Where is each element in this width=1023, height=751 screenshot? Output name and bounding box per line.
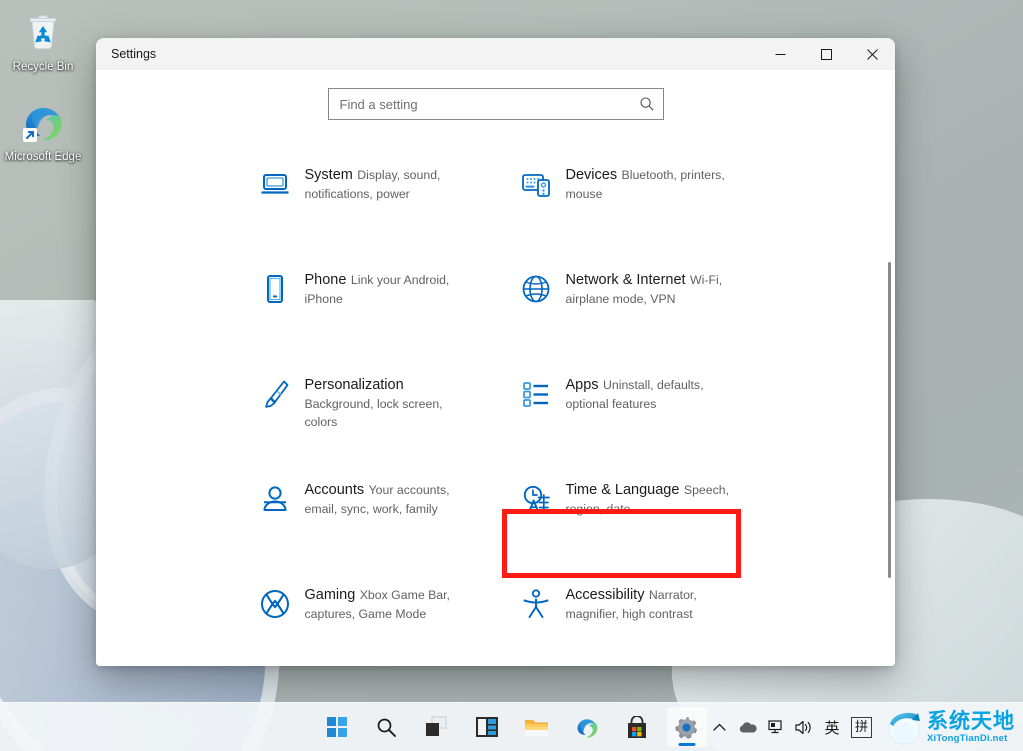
- network-icon[interactable]: [763, 710, 789, 744]
- task-view-button[interactable]: [417, 707, 457, 747]
- settings-tile-devices[interactable]: Devices Bluetooth, printers, mouse: [507, 153, 746, 258]
- list-icon: [519, 377, 553, 411]
- widgets-button[interactable]: [467, 707, 507, 747]
- volume-icon[interactable]: [791, 710, 817, 744]
- desktop-icon-label: Recycle Bin: [13, 61, 74, 73]
- watermark-en-text: XiTongTianDi.net: [927, 734, 1015, 744]
- settings-tile-gaming[interactable]: Gaming Xbox Game Bar, captures, Game Mod…: [246, 573, 485, 666]
- settings-tile-accessibility[interactable]: Accessibility Narrator, magnifier, high …: [507, 573, 746, 666]
- desktop-icon-recycle-bin[interactable]: Recycle Bin: [4, 8, 82, 74]
- tile-title: Time & Language: [566, 482, 680, 498]
- watermark-cn-text: 系统天地: [927, 711, 1015, 732]
- system-tray: 英 拼 系统天地 XiTongT: [706, 703, 1015, 751]
- store-icon: [626, 716, 648, 739]
- show-hidden-icons-button[interactable]: [706, 710, 732, 744]
- window-controls: [757, 38, 895, 70]
- gear-icon: [674, 715, 699, 740]
- tile-title: Apps: [566, 377, 599, 393]
- tile-title: Accessibility: [566, 587, 645, 603]
- tile-title: Personalization: [305, 377, 404, 393]
- tile-title: System: [305, 167, 353, 183]
- search-box[interactable]: [328, 88, 664, 120]
- windows-logo-icon: [326, 716, 348, 738]
- chevron-up-icon: [713, 723, 726, 732]
- search-row: [96, 70, 895, 120]
- accessibility-icon: [519, 587, 553, 621]
- widgets-icon: [475, 716, 499, 738]
- desktop-icon-label: Microsoft Edge: [5, 151, 82, 163]
- microsoft-edge-button[interactable]: [567, 707, 607, 747]
- onedrive-icon[interactable]: [734, 710, 761, 744]
- search-icon: [376, 717, 397, 738]
- settings-grid: System Display, sound, notifications, po…: [246, 153, 746, 666]
- minimize-button[interactable]: [757, 38, 803, 70]
- phone-icon: [258, 272, 292, 306]
- microsoft-edge-icon: [575, 715, 599, 739]
- minimize-icon: [775, 49, 786, 60]
- ime-mode-indicator: 拼: [851, 717, 872, 738]
- maximize-button[interactable]: [803, 38, 849, 70]
- xbox-icon: [258, 587, 292, 621]
- maximize-icon: [821, 49, 832, 60]
- tile-title: Devices: [566, 167, 618, 183]
- desktop-icon-microsoft-edge[interactable]: Microsoft Edge: [4, 98, 82, 164]
- microsoft-store-button[interactable]: [617, 707, 657, 747]
- settings-tile-network-internet[interactable]: Network & Internet Wi-Fi, airplane mode,…: [507, 258, 746, 363]
- time-language-icon: [519, 482, 553, 516]
- search-button[interactable]: [367, 707, 407, 747]
- start-button[interactable]: [317, 707, 357, 747]
- tile-title: Gaming: [305, 587, 356, 603]
- desktop[interactable]: Recycle Bin: [0, 0, 1023, 751]
- settings-tile-time-language[interactable]: Time & Language Speech, region, date: [507, 468, 746, 573]
- recycle-bin-icon: [4, 8, 82, 56]
- scrollbar-thumb[interactable]: [888, 262, 891, 578]
- tile-title: Phone: [305, 272, 347, 288]
- search-icon[interactable]: [639, 96, 655, 112]
- microsoft-edge-icon: [4, 98, 82, 146]
- close-icon: [867, 49, 878, 60]
- laptop-icon: [258, 167, 292, 201]
- tile-title: Network & Internet: [566, 272, 686, 288]
- watermark: 系统天地 XiTongTianDi.net: [884, 705, 1015, 749]
- file-explorer-button[interactable]: [517, 707, 557, 747]
- tile-subtitle: Background, lock screen, colors: [305, 397, 443, 429]
- window-title: Settings: [111, 47, 156, 61]
- folder-icon: [524, 716, 549, 738]
- close-button[interactable]: [849, 38, 895, 70]
- tile-title: Accounts: [305, 482, 365, 498]
- devices-icon: [519, 167, 553, 201]
- ime-language-indicator[interactable]: 英: [819, 710, 845, 744]
- settings-window[interactable]: Settings: [96, 38, 895, 666]
- person-icon: [258, 482, 292, 516]
- task-view-icon: [425, 716, 449, 738]
- watermark-logo-icon: [884, 707, 924, 747]
- taskbar[interactable]: 英 拼 系统天地 XiTongT: [0, 702, 1023, 751]
- settings-tile-phone[interactable]: Phone Link your Android, iPhone: [246, 258, 485, 363]
- paintbrush-icon: [258, 377, 292, 411]
- settings-taskbar-button[interactable]: [667, 707, 707, 747]
- settings-tile-system[interactable]: System Display, sound, notifications, po…: [246, 153, 485, 258]
- settings-tile-accounts[interactable]: Accounts Your accounts, email, sync, wor…: [246, 468, 485, 573]
- settings-content: System Display, sound, notifications, po…: [96, 70, 895, 666]
- globe-icon: [519, 272, 553, 306]
- window-titlebar[interactable]: Settings: [96, 38, 895, 70]
- settings-tile-apps[interactable]: Apps Uninstall, defaults, optional featu…: [507, 363, 746, 468]
- settings-tile-personalization[interactable]: Personalization Background, lock screen,…: [246, 363, 485, 468]
- search-input[interactable]: [340, 97, 639, 112]
- ime-mode-indicator-wrap[interactable]: 拼: [847, 710, 876, 744]
